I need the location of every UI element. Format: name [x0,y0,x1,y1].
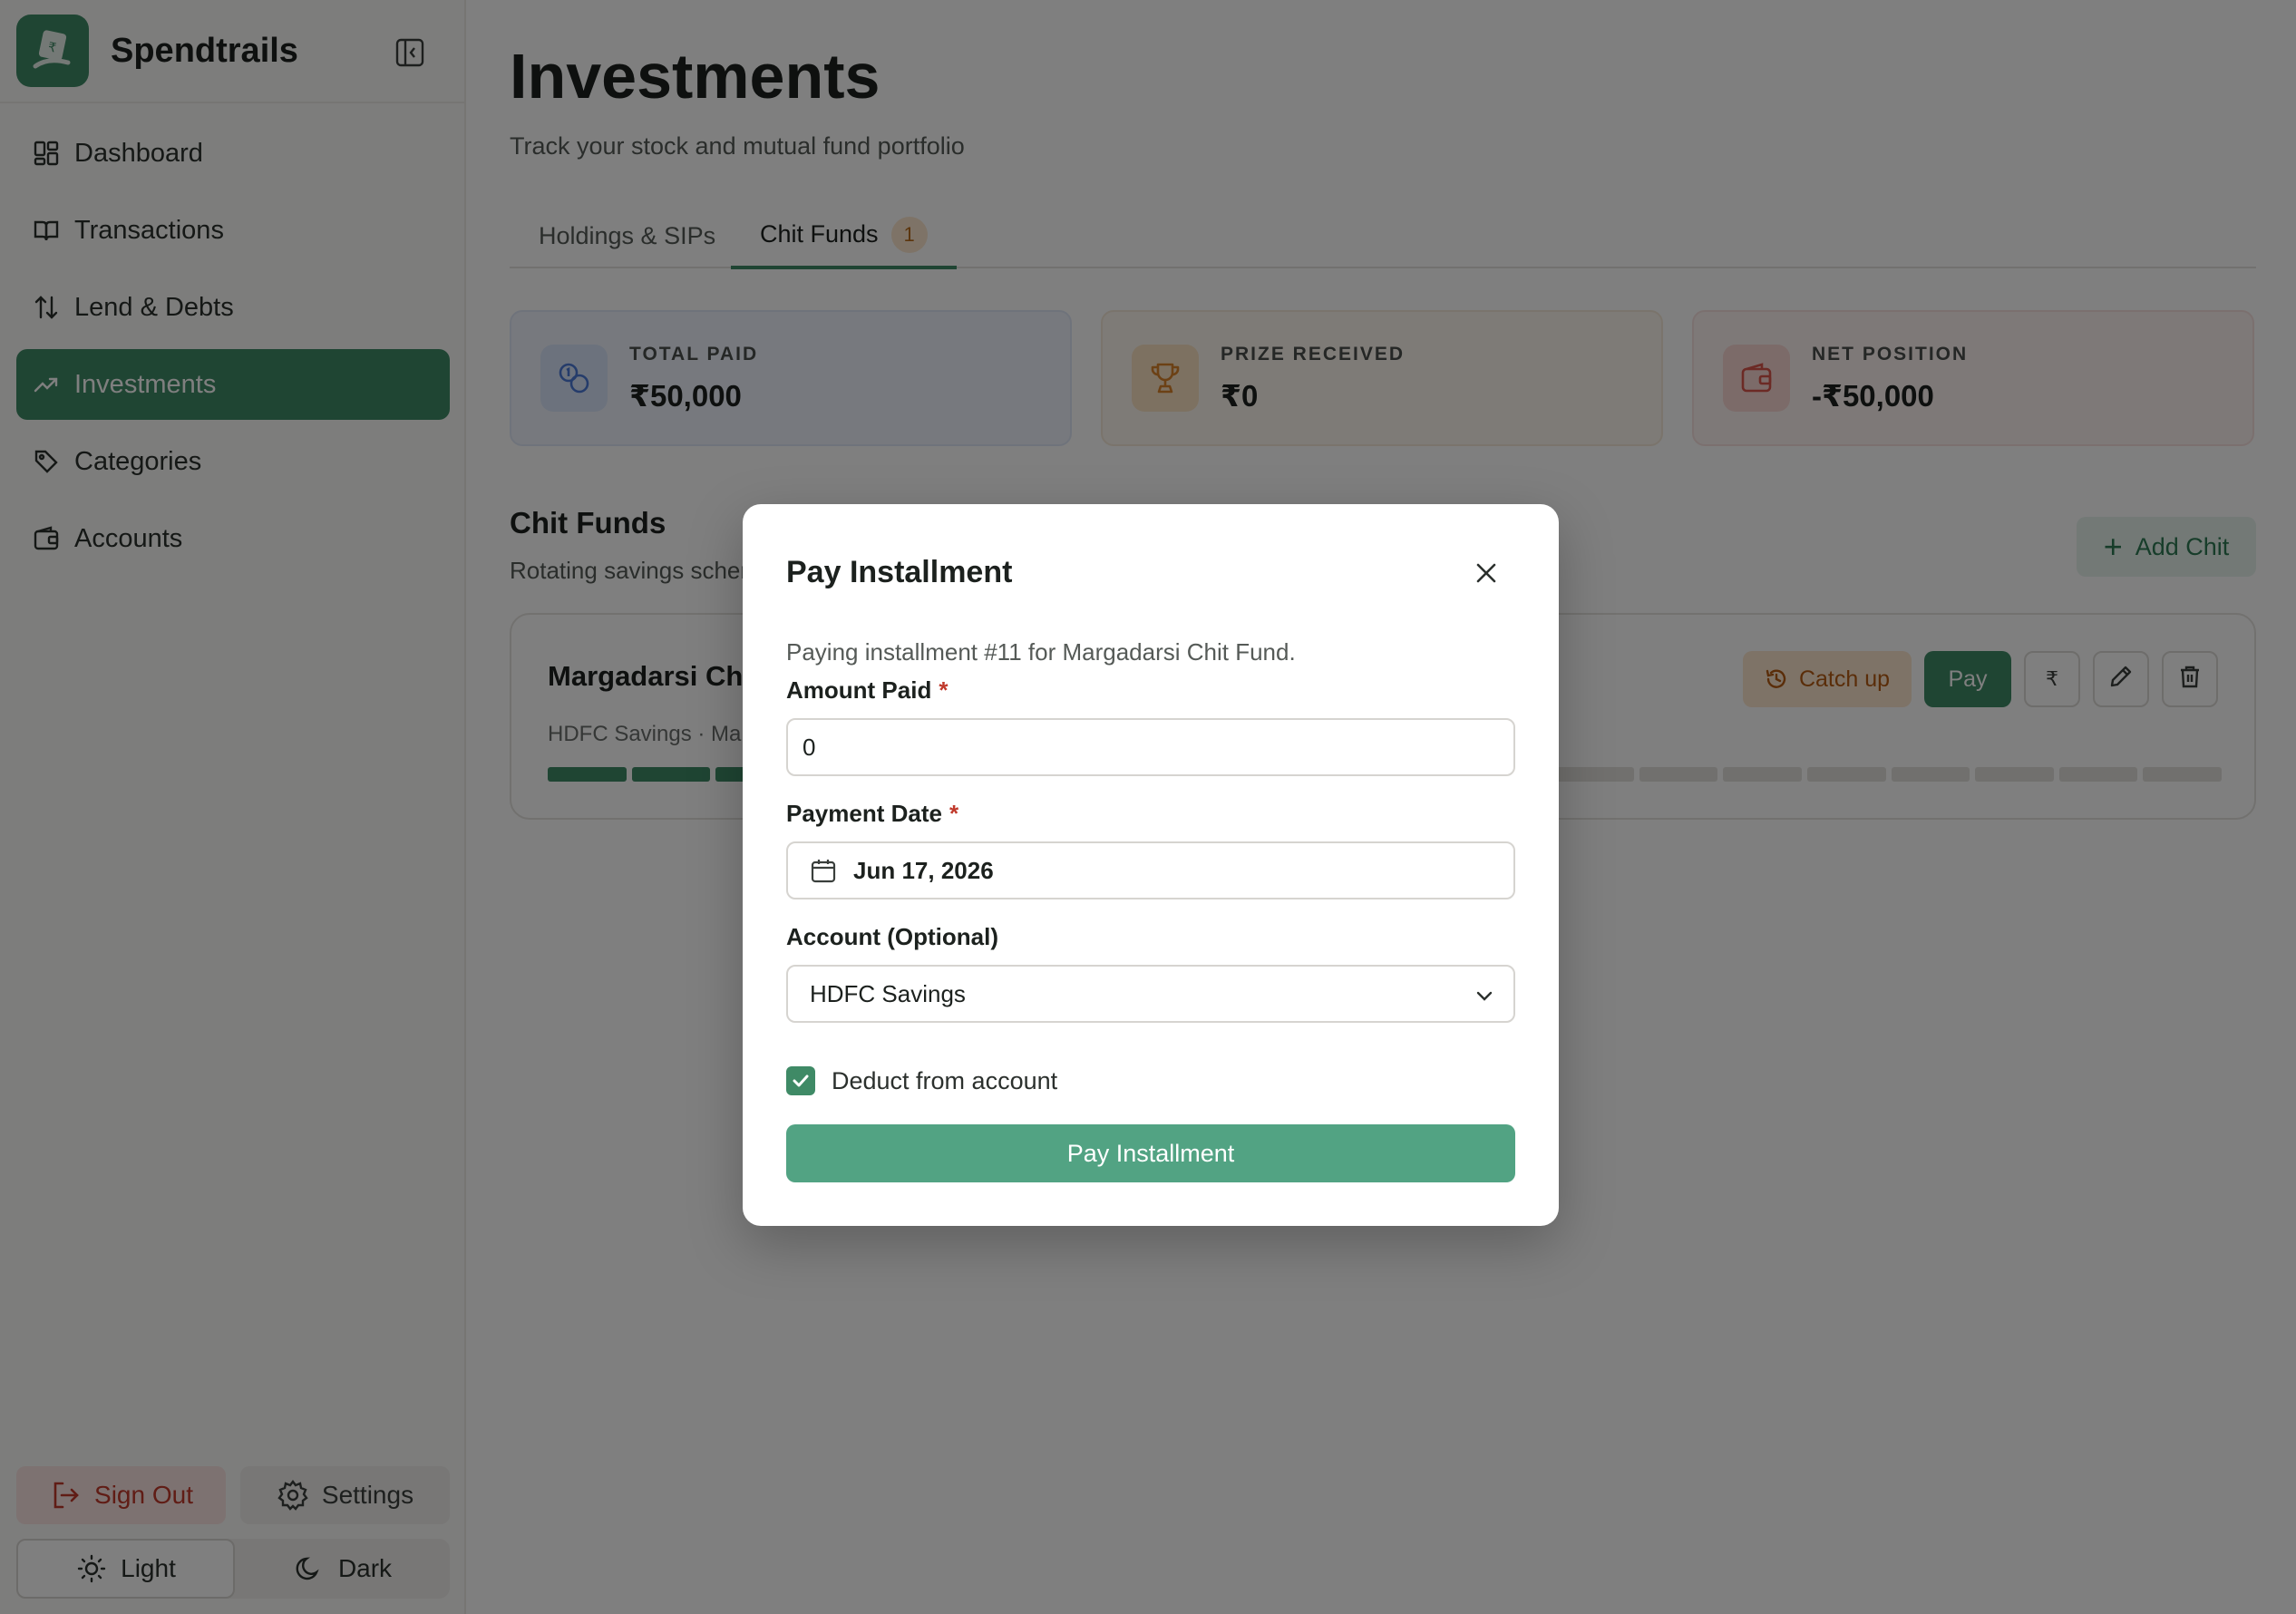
required-mark: * [939,676,949,704]
pay-installment-label: Pay Installment [1066,1139,1235,1167]
dialog-title: Pay Installment [786,555,1013,589]
close-icon[interactable] [1466,553,1506,593]
payment-date-value: Jun 17, 2026 [853,856,994,884]
chevron-down-icon [1474,985,1495,1006]
dialog-description: Paying installment #11 for Margadarsi Ch… [786,638,1296,666]
payment-date-label-text: Payment Date [786,800,942,827]
amount-label: Amount Paid * [786,676,948,705]
account-label-text: Account (Optional) [786,923,998,950]
pay-installment-button[interactable]: Pay Installment [786,1124,1515,1182]
required-mark: * [949,800,959,827]
pay-installment-dialog: Pay Installment Paying installment #11 f… [743,504,1559,1226]
calendar-icon [810,857,837,884]
payment-date-picker[interactable]: Jun 17, 2026 [786,841,1515,899]
deduct-from-account-checkbox[interactable]: Deduct from account [786,1066,1057,1095]
amount-value: 0 [803,733,816,761]
payment-date-label: Payment Date * [786,800,958,828]
account-label: Account (Optional) [786,923,998,951]
checkmark-icon [786,1066,815,1095]
amount-input[interactable]: 0 [786,718,1515,776]
account-select[interactable]: HDFC Savings [786,965,1515,1023]
deduct-label: Deduct from account [832,1066,1058,1094]
account-value: HDFC Savings [810,979,966,1007]
amount-label-text: Amount Paid [786,676,932,704]
